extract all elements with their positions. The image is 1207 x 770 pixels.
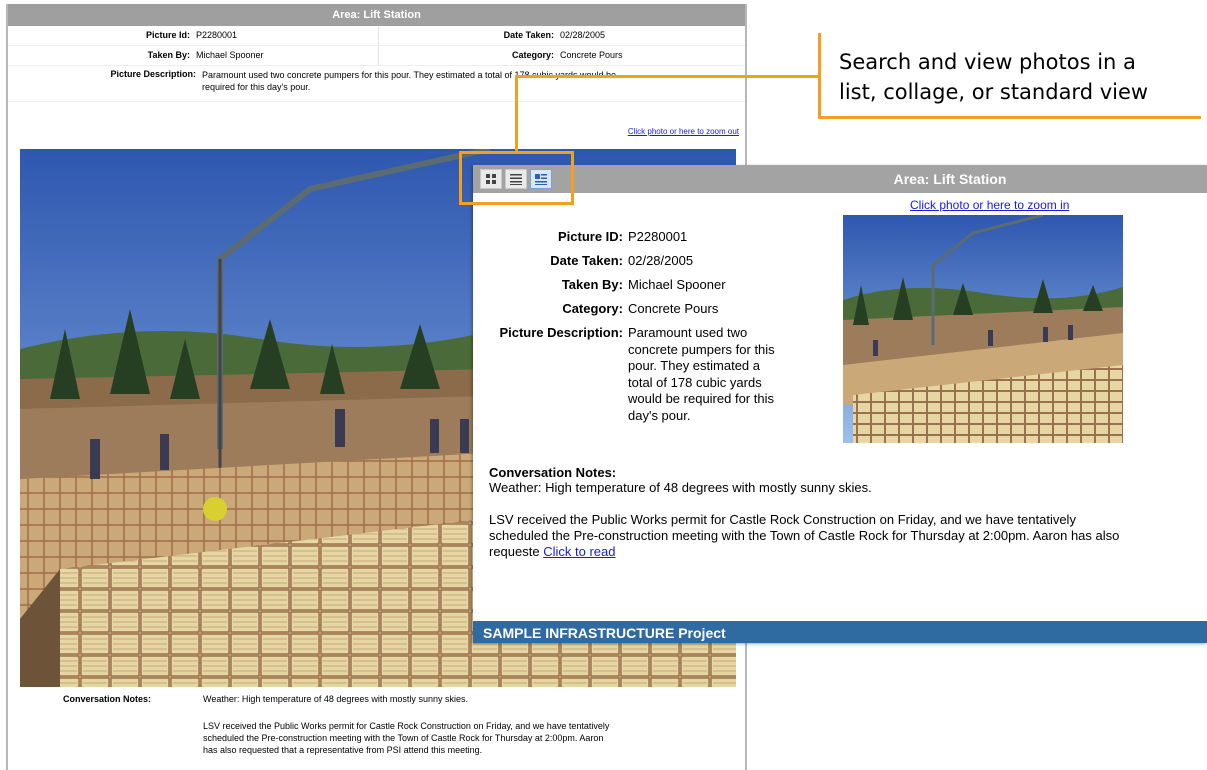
date-taken-value: 02/28/2005 (628, 253, 694, 268)
taken-by-value: Michael Spooner (628, 277, 726, 292)
notes-label: Conversation Notes: (63, 694, 152, 704)
callout-connector (515, 75, 518, 153)
category-label: Category: (511, 50, 554, 60)
taken-by-label: Taken By: (147, 50, 190, 60)
zoom-in-link[interactable]: Click photo or here to zoom in (910, 198, 1069, 212)
area-header: Area: Lift Station (473, 165, 1207, 193)
date-taken-label: Date Taken: (550, 253, 623, 268)
picture-id-value: P2280001 (628, 229, 688, 244)
notes-line: LSV received the Public Works permit for… (489, 512, 1076, 527)
detail-row: Category: Concrete Pours (473, 301, 833, 325)
info-row: Taken By: Michael Spooner Category: Conc… (8, 46, 745, 66)
notes-line: scheduled the Pre-construction meeting w… (203, 733, 604, 743)
notes-weather: Weather: High temperature of 48 degrees … (489, 480, 872, 495)
taken-by-value: Michael Spooner (196, 50, 264, 60)
notes-line: has also requested that a representative… (203, 745, 483, 755)
detail-row: Date Taken: 02/28/2005 (473, 253, 833, 277)
zoom-out-link[interactable]: Click photo or here to zoom out (628, 127, 739, 136)
conversation-notes: Conversation Notes: Weather: High temper… (489, 465, 1207, 560)
description-text: required for this day's pour. (202, 82, 311, 92)
project-footer: SAMPLE INFRASTRUCTURE Project (473, 621, 1207, 643)
photo-details: Picture ID: P2280001 Date Taken: 02/28/2… (473, 229, 833, 424)
description-text: Paramount used two concrete pumpers for … (628, 325, 775, 423)
picture-id-value: P2280001 (196, 30, 238, 40)
view-mode-toolbar (459, 151, 574, 205)
list-view-button[interactable] (505, 169, 527, 189)
standard-view-button[interactable] (530, 169, 552, 189)
info-row: Picture Id: P2280001 Date Taken: 02/28/2… (8, 26, 745, 46)
click-to-read-link[interactable]: Click to read (543, 544, 615, 559)
detail-row: Picture Description: Paramount used two … (473, 325, 833, 424)
date-taken-value: 02/28/2005 (560, 30, 606, 40)
category-label: Category: (562, 301, 623, 316)
detail-row: Taken By: Michael Spooner (473, 277, 833, 301)
callout-line: list, collage, or standard view (839, 80, 1149, 104)
standard-view-icon (535, 174, 547, 185)
description-label: Picture Description: (499, 325, 623, 340)
notes-weather: Weather: High temperature of 48 degrees … (203, 694, 468, 704)
notes-paragraph: LSV received the Public Works permit for… (203, 720, 743, 756)
detail-row: Picture ID: P2280001 (473, 229, 833, 253)
description-row: Picture Description: Paramount used two … (8, 66, 745, 102)
photo-info-table: Picture Id: P2280001 Date Taken: 02/28/2… (8, 26, 745, 102)
description-label: Picture Description: (110, 69, 196, 79)
construction-photo-image (843, 215, 1123, 443)
category-value: Concrete Pours (560, 50, 623, 60)
picture-id-label: Picture ID: (557, 229, 623, 244)
notes-label: Conversation Notes: (489, 465, 617, 480)
notes-line: requeste (489, 544, 540, 559)
taken-by-label: Taken By: (561, 277, 623, 292)
feature-callout: Search and view photos in a list, collag… (818, 33, 1201, 119)
date-taken-label: Date Taken: (503, 30, 554, 40)
picture-id-label: Picture Id: (145, 30, 190, 40)
notes-line: LSV received the Public Works permit for… (203, 721, 610, 731)
collage-view-icon (486, 174, 496, 184)
callout-connector (515, 75, 820, 78)
callout-line: Search and view photos in a (839, 50, 1136, 74)
standard-view-panel: Area: Lift Station Click photo or here t… (473, 165, 1207, 643)
notes-line: scheduled the Pre-construction meeting w… (489, 528, 1120, 543)
construction-photo-thumbnail[interactable] (843, 215, 1123, 443)
collage-view-button[interactable] (480, 169, 502, 189)
area-header: Area: Lift Station (8, 4, 745, 26)
category-value: Concrete Pours (628, 301, 719, 316)
list-view-icon (510, 174, 522, 185)
